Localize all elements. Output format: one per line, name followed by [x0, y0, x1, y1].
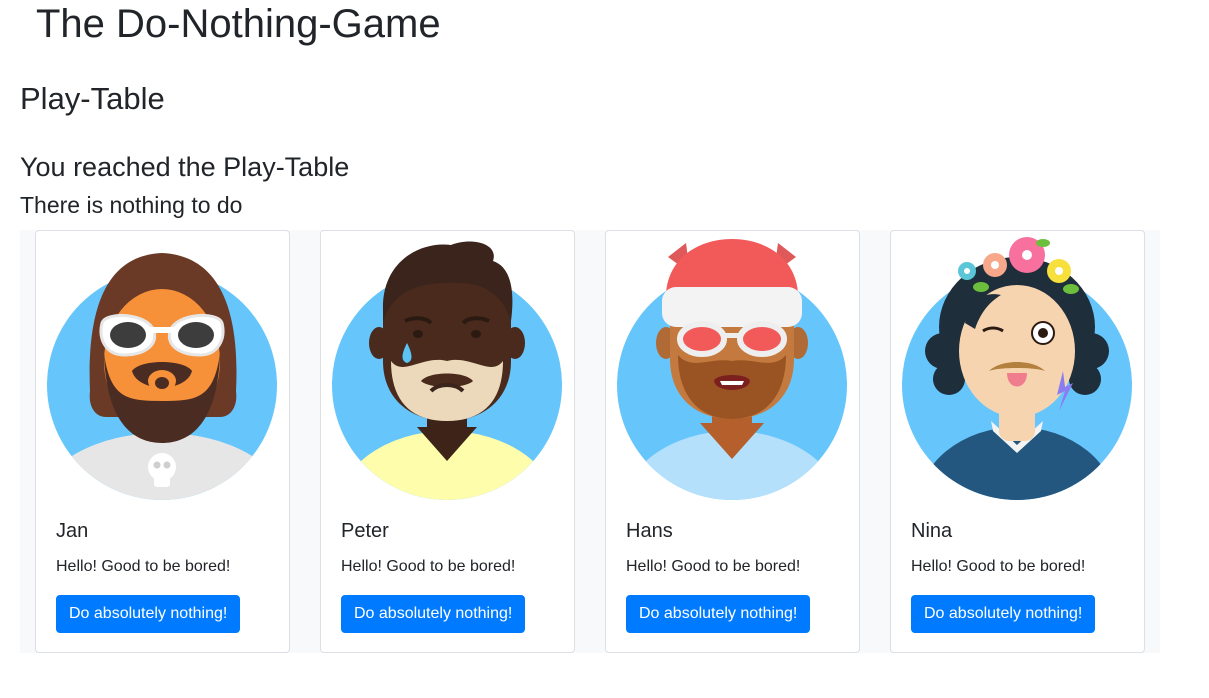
section-subtitle: There is nothing to do [20, 192, 243, 218]
player-name: Peter [341, 520, 389, 542]
player-greeting: Hello! Good to be bored! [56, 558, 231, 575]
do-nothing-button[interactable]: Do absolutely nothing! [56, 595, 241, 633]
player-name: Jan [56, 520, 89, 542]
bearded-sunglasses-avatar-icon [36, 231, 289, 501]
player-card: Hans Hello! Good to be bored! Do absolut… [605, 230, 860, 653]
do-nothing-button[interactable]: Do absolutely nothing! [341, 595, 526, 633]
play-table: Jan Hello! Good to be bored! Do absolute… [20, 230, 1160, 653]
player-card: Jan Hello! Good to be bored! Do absolute… [35, 230, 290, 653]
do-nothing-button[interactable]: Do absolutely nothing! [911, 595, 1096, 633]
player-card: Peter Hello! Good to be bored! Do absolu… [320, 230, 575, 653]
player-greeting: Hello! Good to be bored! [911, 558, 1086, 575]
santa-hat-avatar-icon [606, 231, 859, 501]
player-greeting: Hello! Good to be bored! [341, 558, 516, 575]
player-name: Hans [626, 520, 673, 542]
app-title: The Do-Nothing-Game [36, 2, 441, 46]
crying-man-avatar-icon [321, 231, 574, 501]
do-nothing-button[interactable]: Do absolutely nothing! [626, 595, 811, 633]
page-title: Play-Table [20, 81, 165, 116]
player-greeting: Hello! Good to be bored! [626, 558, 801, 575]
flower-crown-avatar-icon [891, 231, 1144, 501]
section-title: You reached the Play-Table [20, 152, 350, 182]
player-card: Nina Hello! Good to be bored! Do absolut… [890, 230, 1145, 653]
player-name: Nina [911, 520, 953, 542]
